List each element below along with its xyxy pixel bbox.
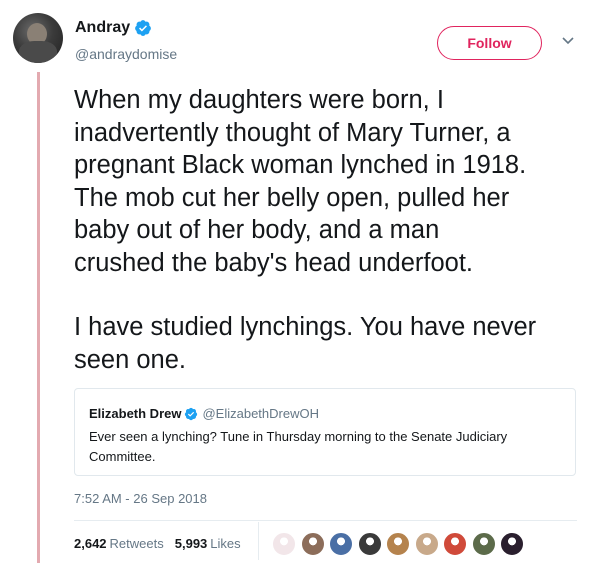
- quoted-tweet-header: Elizabeth Drew @ElizabethDrewOH: [89, 406, 319, 421]
- tweet-line: inadvertently thought of Mary Turner, a: [74, 118, 511, 147]
- quoted-tweet-card[interactable]: Elizabeth Drew @ElizabethDrewOH Ever see…: [74, 388, 576, 476]
- author-name-row[interactable]: Andray: [75, 19, 152, 37]
- likes-label[interactable]: Likes: [210, 536, 240, 551]
- verified-badge-icon: [135, 20, 151, 36]
- liker-avatar-5[interactable]: [386, 532, 410, 556]
- liker-avatar-9[interactable]: [500, 532, 524, 556]
- tweet-line: baby out of her body, and a man: [74, 216, 440, 244]
- divider: [74, 520, 577, 521]
- verified-badge-icon: [185, 407, 198, 420]
- tweet-line: The mob cut her belly open, pulled her: [74, 183, 510, 212]
- quoted-handle: @ElizabethDrewOH: [202, 406, 319, 421]
- liker-avatar-1[interactable]: [272, 532, 296, 556]
- liker-avatar-7[interactable]: [443, 532, 467, 556]
- liker-avatar-3[interactable]: [329, 532, 353, 556]
- author-handle[interactable]: @andraydomise: [75, 46, 177, 62]
- tweet-timestamp[interactable]: 7:52 AM - 26 Sep 2018: [74, 491, 207, 506]
- stat-gap: [164, 536, 175, 551]
- liker-avatar-6[interactable]: [414, 532, 439, 556]
- tweet-text: When my daughters were born, I inadverte…: [74, 84, 594, 376]
- chevron-down-icon[interactable]: [561, 36, 575, 46]
- retweets-label[interactable]: Retweets: [110, 536, 164, 551]
- tweet-line: seen one.: [74, 345, 187, 374]
- tweet-line: I have studied lynchings. You have never: [74, 313, 537, 341]
- liker-avatar-2[interactable]: [300, 532, 325, 556]
- quoted-display-name: Elizabeth Drew: [89, 406, 182, 421]
- likes-count[interactable]: 5,993: [175, 536, 208, 551]
- follow-button[interactable]: Follow: [437, 26, 542, 60]
- avatar-body-shape: [19, 41, 57, 63]
- stats-separator: [258, 522, 259, 560]
- liker-avatar-4[interactable]: [357, 532, 382, 556]
- tweet-line: crushed the baby's head underfoot.: [74, 248, 473, 277]
- retweets-count[interactable]: 2,642: [74, 536, 107, 551]
- tweet-line: When my daughters were born, I: [74, 86, 444, 114]
- quoted-tweet-text: Ever seen a lynching? Tune in Thursday m…: [89, 429, 508, 464]
- tweet-stats: 2,642 Retweets 5,993 Likes: [74, 536, 241, 551]
- tweet-line: pregnant Black woman lynched in 1918.: [74, 151, 527, 179]
- thread-line: [37, 72, 40, 563]
- author-display-name[interactable]: Andray: [75, 19, 130, 37]
- author-avatar[interactable]: [13, 13, 63, 63]
- liker-avatar-8[interactable]: [471, 532, 496, 556]
